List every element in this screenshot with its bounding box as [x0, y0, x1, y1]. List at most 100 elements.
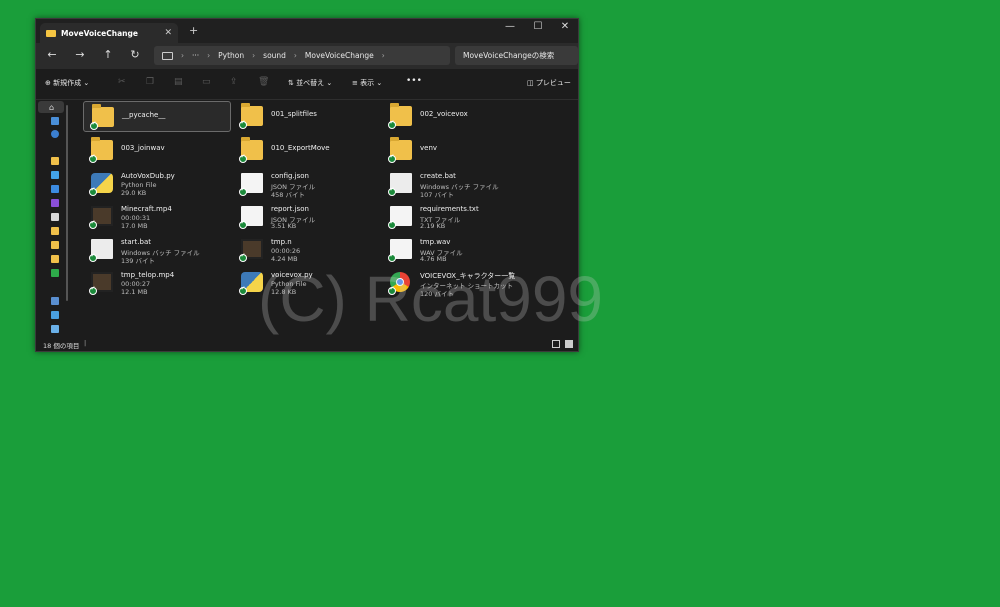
folder-icon[interactable]: [51, 157, 59, 165]
file-item[interactable]: tmp.n00:00:264.24 MB: [233, 234, 381, 265]
file-item[interactable]: report.jsonJSON ファイル3.51 KB: [233, 201, 381, 232]
folder-icon[interactable]: [51, 255, 59, 263]
file-item[interactable]: 010_ExportMove: [233, 135, 381, 166]
file-item[interactable]: tmp.wavWAV ファイル4.76 MB: [382, 234, 530, 265]
new-tab-button[interactable]: +: [189, 24, 198, 37]
network-icon[interactable]: [51, 325, 59, 333]
forward-button[interactable]: →: [72, 48, 88, 61]
chevron-down-icon: ⌄: [326, 79, 333, 87]
file-name: 002_voicevox: [420, 110, 468, 118]
rename-icon[interactable]: ▭: [202, 77, 211, 87]
delete-icon[interactable]: 🗑: [258, 77, 269, 87]
gallery-icon[interactable]: [51, 117, 59, 125]
file-item[interactable]: 003_joinwav: [83, 135, 231, 166]
file-type: Python File: [121, 181, 157, 189]
cut-icon[interactable]: ✂: [118, 77, 126, 87]
document-icon[interactable]: [51, 213, 59, 221]
chevron-right-icon: ›: [207, 51, 211, 60]
file-size: 17.0 MB: [121, 222, 148, 230]
preview-button[interactable]: ◫ プレビュー: [527, 78, 571, 88]
file-item[interactable]: config.jsonJSON ファイル458 バイト: [233, 168, 381, 199]
copy-icon[interactable]: ❐: [146, 77, 154, 87]
tab-close-icon[interactable]: ✕: [164, 28, 172, 38]
download-icon[interactable]: [51, 171, 59, 179]
file-item[interactable]: Minecraft.mp400:00:3117.0 MB: [83, 201, 231, 232]
back-button[interactable]: ←: [44, 48, 60, 61]
item-count: 18 個の項目: [43, 342, 80, 350]
minimize-button[interactable]: —: [500, 21, 520, 32]
share-icon[interactable]: ⇪: [230, 77, 238, 87]
up-button[interactable]: ↑: [100, 48, 116, 61]
sync-check-icon: [90, 120, 98, 130]
sync-check-icon: [89, 219, 97, 229]
onedrive-icon[interactable]: [51, 130, 59, 138]
tiles-view-icon[interactable]: [565, 340, 573, 348]
address-bar[interactable]: › ··· › Python › sound › MoveVoiceChange…: [154, 46, 450, 65]
breadcrumb-python[interactable]: Python: [218, 51, 244, 60]
more-options-button[interactable]: •••: [406, 76, 422, 86]
sort-button-label: 並べ替え: [296, 79, 325, 87]
sort-button[interactable]: ⇅ 並べ替え ⌄: [288, 78, 332, 88]
breadcrumb-sound[interactable]: sound: [263, 51, 286, 60]
tab-movevoicechange[interactable]: MoveVoiceChange ✕: [40, 23, 178, 43]
file-item[interactable]: tmp_telop.mp400:00:2712.1 MB: [83, 267, 231, 298]
tab-title: MoveVoiceChange: [61, 28, 138, 38]
view-button[interactable]: ≡ 表示 ⌄: [352, 78, 382, 88]
file-name: __pycache__: [122, 111, 166, 119]
file-type: 00:00:27: [121, 280, 151, 288]
drive-icon[interactable]: [51, 269, 59, 277]
breadcrumb-more[interactable]: ···: [192, 51, 199, 60]
file-item[interactable]: venv: [382, 135, 530, 166]
sync-check-icon: [388, 186, 396, 196]
refresh-button[interactable]: ↻: [127, 48, 143, 61]
folder-icon[interactable]: [51, 241, 59, 249]
file-name: tmp.n: [271, 238, 292, 246]
new-button[interactable]: ⊕ 新規作成 ⌄: [45, 78, 89, 88]
view-icon: ≡: [352, 79, 358, 87]
preview-pane-icon: ◫: [527, 79, 534, 87]
title-bar: MoveVoiceChange ✕ + — ☐ ✕: [36, 19, 578, 43]
maximize-button[interactable]: ☐: [528, 21, 548, 32]
sidebar-scrollbar[interactable]: [66, 105, 68, 301]
chevron-right-icon: ›: [381, 51, 385, 60]
sync-check-icon: [239, 252, 247, 262]
file-item[interactable]: 001_splitfiles: [233, 101, 381, 132]
file-item[interactable]: 002_voicevox: [382, 101, 530, 132]
details-view-icon[interactable]: [552, 340, 560, 348]
sync-check-icon: [239, 219, 247, 229]
navigation-pane: ⌂: [36, 99, 70, 339]
chevron-down-icon: ⌄: [83, 79, 90, 87]
file-name: 001_splitfiles: [271, 110, 317, 118]
sync-check-icon: [388, 153, 396, 163]
music-icon[interactable]: [51, 199, 59, 207]
navigation-bar: ← → ↑ ↻ › ··· › Python › sound › MoveVoi…: [36, 43, 578, 69]
file-item[interactable]: start.batWindows バッチ ファイル139 バイト: [83, 234, 231, 265]
file-size: 12.1 MB: [121, 288, 148, 296]
search-input[interactable]: MoveVoiceChangeの検索: [455, 46, 578, 65]
command-bar: ⊕ 新規作成 ⌄ ✂ ❐ ▤ ▭ ⇪ 🗑 ⇅ 並べ替え ⌄ ≡ 表示 ⌄ •••…: [36, 69, 578, 100]
pc-icon[interactable]: [51, 311, 59, 319]
home-icon: ⌂: [49, 103, 55, 112]
device-icon[interactable]: [51, 297, 59, 305]
file-size: 458 バイト: [271, 191, 305, 199]
file-item[interactable]: __pycache__: [83, 101, 231, 132]
paste-icon[interactable]: ▤: [174, 77, 183, 87]
sync-check-icon: [388, 219, 396, 229]
file-item[interactable]: AutoVoxDub.pyPython File29.0 KB: [83, 168, 231, 199]
sync-check-icon: [239, 186, 247, 196]
file-type: 00:00:31: [121, 214, 151, 222]
file-item[interactable]: requirements.txtTXT ファイル2.19 KB: [382, 201, 530, 232]
sync-check-icon: [89, 285, 97, 295]
file-name: venv: [420, 144, 438, 152]
file-type: 00:00:26: [271, 247, 301, 255]
documents-icon[interactable]: [51, 185, 59, 193]
close-button[interactable]: ✕: [555, 21, 575, 32]
sync-check-icon: [89, 186, 97, 196]
sync-check-icon: [239, 285, 247, 295]
file-item[interactable]: create.batWindows バッチ ファイル107 バイト: [382, 168, 530, 199]
folder-icon[interactable]: [51, 227, 59, 235]
breadcrumb-movevoicechange[interactable]: MoveVoiceChange: [305, 51, 374, 60]
pc-icon: [162, 51, 173, 60]
watermark: (C) Rcat999: [258, 263, 603, 335]
chevron-right-icon: ›: [252, 51, 256, 60]
